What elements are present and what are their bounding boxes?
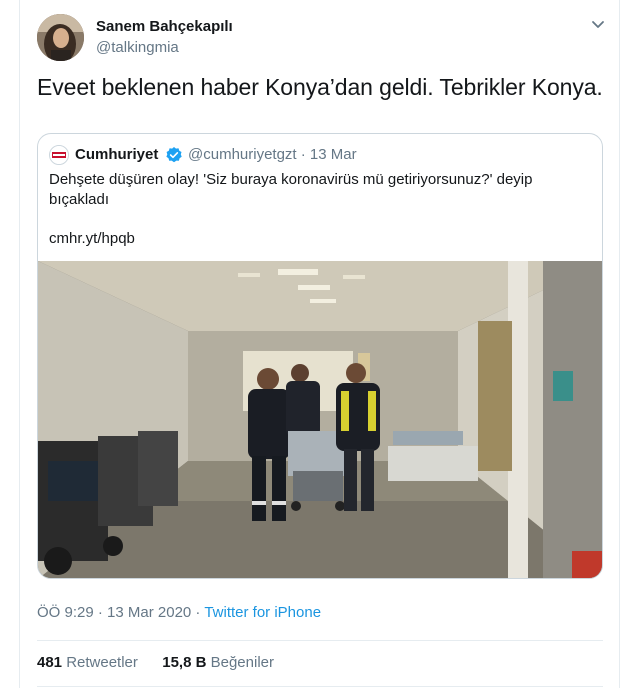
author-display-name[interactable]: Sanem Bahçekapılı (96, 18, 233, 35)
quoted-handle-date[interactable]: @cumhuriyetgzt · 13 Mar (188, 146, 357, 163)
quoted-avatar[interactable] (49, 145, 69, 165)
tweet-source-link[interactable]: Twitter for iPhone (204, 604, 321, 621)
quoted-tweet-link[interactable]: cmhr.yt/hpqb (49, 230, 135, 247)
tweet-text: Eveet beklenen haber Konya’dan geldi. Te… (37, 74, 603, 100)
author-handle[interactable]: @talkingmia (96, 39, 179, 56)
tweet-stats: 481 Retweetler 15,8 B Beğeniler (37, 654, 274, 671)
like-label[interactable]: Beğeniler (206, 654, 274, 671)
chevron-down-icon[interactable] (588, 14, 608, 34)
retweet-label[interactable]: Retweetler (62, 654, 138, 671)
tweet-timestamp[interactable]: ÖÖ 9:29 · 13 Mar 2020 · Twitter for iPho… (37, 604, 321, 621)
timeline-right-border (619, 0, 620, 688)
timestamp-text[interactable]: ÖÖ 9:29 · 13 Mar 2020 · (37, 604, 204, 621)
quoted-tweet-card[interactable]: Cumhuriyet @cumhuriyetgzt · 13 Mar Dehşe… (37, 133, 603, 579)
quoted-tweet-text: Dehşete düşüren olay! 'Siz buraya korona… (49, 171, 533, 208)
timeline-left-border (19, 0, 20, 688)
verified-badge-icon (165, 146, 183, 164)
like-count[interactable]: 15,8 B (162, 654, 206, 671)
divider (37, 686, 603, 687)
retweet-count[interactable]: 481 (37, 654, 62, 671)
divider (37, 640, 603, 641)
author-avatar[interactable] (37, 14, 84, 61)
quoted-display-name[interactable]: Cumhuriyet (75, 146, 158, 163)
quoted-tweet-photo[interactable] (38, 261, 602, 578)
cumhuriyet-logo-icon (50, 146, 68, 164)
